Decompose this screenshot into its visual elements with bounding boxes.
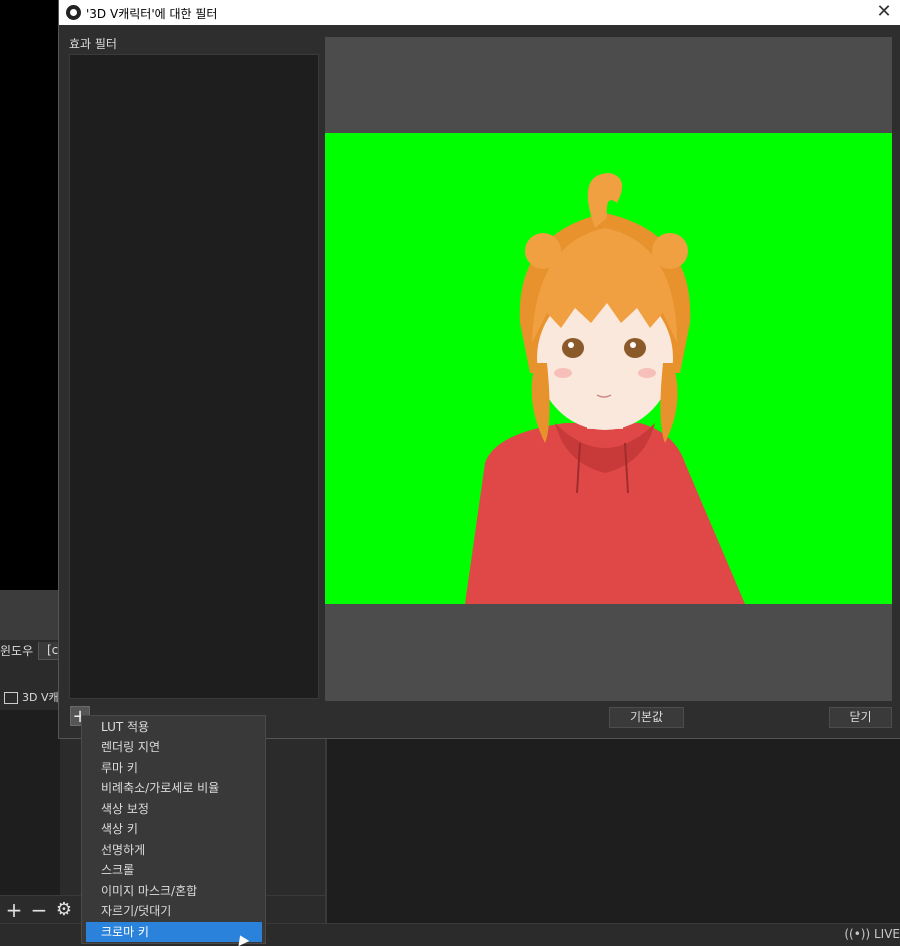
close-icon[interactable]: ✕ (873, 1, 895, 23)
preview-background (0, 0, 60, 590)
effect-filter-list[interactable] (69, 54, 319, 699)
dialog-title: '3D V캐릭터'에 대한 필터 (86, 7, 218, 21)
source-row[interactable]: 3D V캐 (0, 686, 60, 710)
main-panel-strip (0, 590, 60, 640)
gear-icon[interactable]: ⚙ (53, 899, 75, 921)
source-name: 3D V캐 (22, 691, 59, 704)
menu-item-color-correction[interactable]: 색상 보정 (86, 799, 262, 819)
monitor-icon (4, 692, 18, 704)
window-label: 윈도우 (0, 644, 34, 658)
close-button[interactable]: 닫기 (829, 707, 892, 728)
defaults-button[interactable]: 기본값 (609, 707, 684, 728)
obs-logo-icon (66, 5, 81, 20)
vtuber-avatar-image (465, 173, 745, 604)
menu-item-image-mask[interactable]: 이미지 마스크/혼합 (86, 881, 262, 901)
menu-item-color-key[interactable]: 색상 키 (86, 819, 262, 839)
window-select[interactable]: [c (38, 642, 60, 660)
effect-filters-label: 효과 필터 (69, 37, 117, 51)
filters-dialog: '3D V캐릭터'에 대한 필터 ✕ 효과 필터 + 기본값 닫기 (59, 0, 900, 738)
audio-mixer-dock (325, 738, 900, 923)
menu-item-scroll[interactable]: 스크롤 (86, 860, 262, 880)
menu-item-scaling-aspect[interactable]: 비례축소/가로세로 비율 (86, 778, 262, 798)
live-status: LIVE (873, 927, 900, 941)
menu-item-crop-pad[interactable]: 자르기/덧대기 (86, 901, 262, 921)
sources-list (0, 710, 60, 900)
broadcast-icon: ((•)) (844, 927, 871, 941)
dialog-titlebar: '3D V캐릭터'에 대한 필터 ✕ (59, 0, 900, 25)
menu-item-lut[interactable]: LUT 적용 (86, 717, 262, 737)
remove-source-icon[interactable]: − (28, 899, 50, 921)
window-property-row: 윈도우 [c (0, 642, 60, 662)
menu-item-sharpen[interactable]: 선명하게 (86, 840, 262, 860)
add-filter-menu: LUT 적용 렌더링 지연 루마 키 비례축소/가로세로 비율 색상 보정 색상… (81, 715, 266, 944)
filter-preview (325, 37, 892, 701)
menu-item-render-delay[interactable]: 렌더링 지연 (86, 737, 262, 757)
menu-item-luma-key[interactable]: 루마 키 (86, 758, 262, 778)
add-source-icon[interactable]: + (3, 899, 25, 921)
chroma-background (325, 133, 892, 604)
